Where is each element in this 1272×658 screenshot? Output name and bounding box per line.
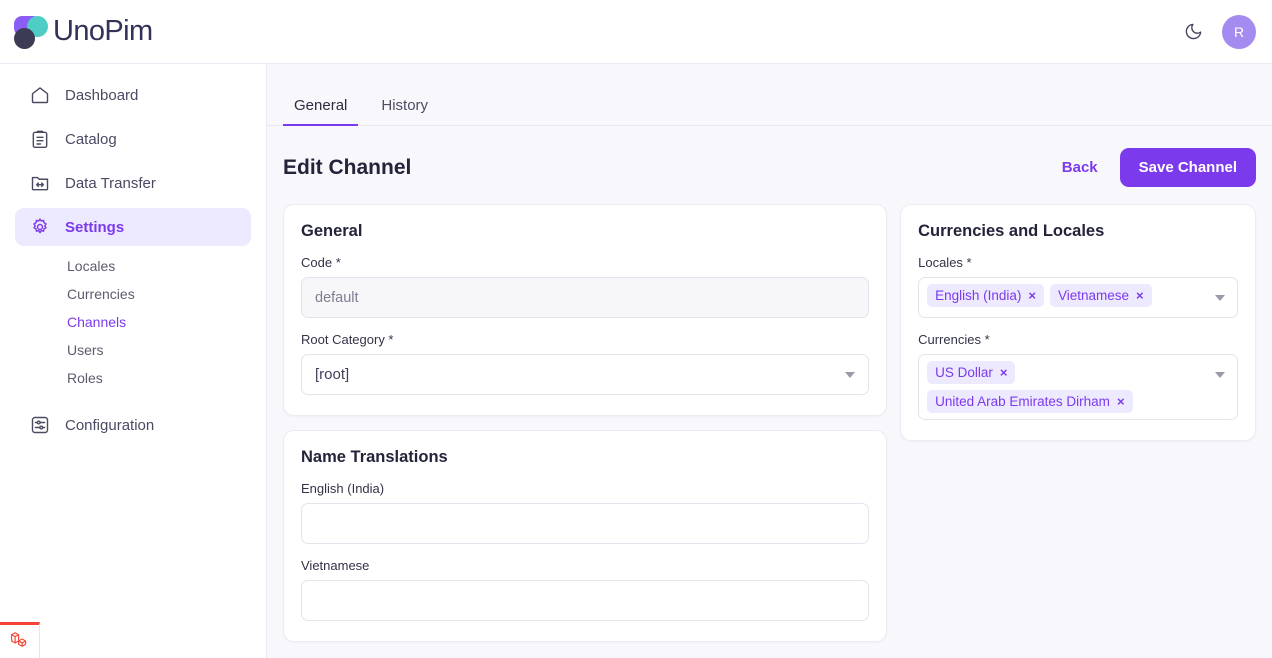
top-bar: UnoPim R: [0, 0, 1272, 64]
translation-label-en-in: English (India): [301, 481, 869, 496]
page-title: Edit Channel: [283, 156, 411, 180]
locale-tag-label: English (India): [935, 288, 1021, 303]
currency-tag[interactable]: United Arab Emirates Dirham ×: [927, 390, 1132, 413]
root-category-select[interactable]: [root]: [301, 354, 869, 395]
avatar[interactable]: R: [1222, 15, 1256, 49]
currencies-locales-card-title: Currencies and Locales: [918, 222, 1238, 241]
tab-history[interactable]: History: [370, 97, 439, 126]
code-label: Code *: [301, 255, 869, 270]
page-header: Edit Channel Back Save Channel: [267, 126, 1272, 187]
tab-general[interactable]: General: [283, 97, 358, 126]
moon-icon[interactable]: [1180, 19, 1206, 45]
home-icon: [29, 84, 51, 106]
currency-tag-label: US Dollar: [935, 365, 993, 380]
name-translations-card: Name Translations English (India) Vietna…: [283, 430, 887, 642]
folder-transfer-icon: [29, 172, 51, 194]
translation-input-en-in[interactable]: [301, 503, 869, 544]
name-translations-card-title: Name Translations: [301, 448, 869, 467]
tab-label: General: [294, 97, 347, 114]
chevron-down-icon[interactable]: [1215, 372, 1225, 378]
unopim-logo-icon: [14, 15, 48, 49]
sidebar-item-catalog[interactable]: Catalog: [15, 120, 251, 158]
sidebar-item-dashboard[interactable]: Dashboard: [15, 76, 251, 114]
locale-tag-label: Vietnamese: [1058, 288, 1129, 303]
root-category-field-group: Root Category * [root]: [301, 332, 869, 395]
sidebar: Dashboard Catalog Data Transfer: [0, 64, 267, 658]
root-category-label: Root Category *: [301, 332, 869, 347]
translation-field-group-en-in: English (India): [301, 481, 869, 544]
general-card-title: General: [301, 222, 869, 241]
remove-icon[interactable]: ×: [1028, 289, 1036, 302]
chevron-down-icon: [845, 372, 855, 378]
sidebar-subitem-label: Locales: [67, 258, 115, 274]
tab-bar: General History: [267, 64, 1272, 126]
code-input-value: default: [315, 290, 359, 306]
content-grid: General Code * default Root Category * […: [267, 187, 1272, 642]
currency-tag-label: United Arab Emirates Dirham: [935, 394, 1110, 409]
sidebar-subitem-label: Currencies: [67, 286, 135, 302]
main-content: General History Edit Channel Back Save C…: [267, 64, 1272, 658]
sidebar-subitem-label: Users: [67, 342, 104, 358]
brand-name: UnoPim: [53, 15, 153, 48]
sidebar-item-label: Dashboard: [65, 87, 138, 104]
laravel-debugbar-toggle[interactable]: [0, 622, 40, 658]
sliders-icon: [29, 414, 51, 436]
avatar-initial: R: [1234, 24, 1244, 40]
locales-label: Locales *: [918, 255, 1238, 270]
locales-multiselect[interactable]: English (India) × Vietnamese ×: [918, 277, 1238, 318]
locales-field-group: Locales * English (India) × Vietnamese ×: [918, 255, 1238, 318]
general-card: General Code * default Root Category * […: [283, 204, 887, 416]
remove-icon[interactable]: ×: [1000, 366, 1008, 379]
locale-tag[interactable]: English (India) ×: [927, 284, 1044, 307]
remove-icon[interactable]: ×: [1117, 395, 1125, 408]
sidebar-item-roles[interactable]: Roles: [15, 364, 251, 392]
sidebar-item-label: Catalog: [65, 131, 117, 148]
sidebar-item-label: Settings: [65, 219, 124, 236]
remove-icon[interactable]: ×: [1136, 289, 1144, 302]
root-category-value: [root]: [315, 366, 349, 383]
code-input[interactable]: default: [301, 277, 869, 318]
translation-input-vi[interactable]: [301, 580, 869, 621]
sidebar-item-label: Data Transfer: [65, 175, 156, 192]
sidebar-item-settings[interactable]: Settings: [15, 208, 251, 246]
currencies-locales-card: Currencies and Locales Locales * English…: [900, 204, 1256, 441]
tab-label: History: [381, 97, 428, 114]
sidebar-item-channels[interactable]: Channels: [15, 308, 251, 336]
clipboard-list-icon: [29, 128, 51, 150]
chevron-down-icon[interactable]: [1215, 295, 1225, 301]
currencies-label: Currencies *: [918, 332, 1238, 347]
sidebar-item-users[interactable]: Users: [15, 336, 251, 364]
sidebar-subitem-label: Roles: [67, 370, 103, 386]
currencies-multiselect[interactable]: US Dollar × United Arab Emirates Dirham …: [918, 354, 1238, 420]
sidebar-item-configuration[interactable]: Configuration: [15, 406, 251, 444]
sidebar-item-currencies[interactable]: Currencies: [15, 280, 251, 308]
sidebar-item-locales[interactable]: Locales: [15, 252, 251, 280]
save-channel-button[interactable]: Save Channel: [1120, 148, 1256, 187]
gear-icon: [29, 216, 51, 238]
laravel-icon: [9, 629, 30, 655]
sidebar-item-data-transfer[interactable]: Data Transfer: [15, 164, 251, 202]
code-field-group: Code * default: [301, 255, 869, 318]
sidebar-item-label: Configuration: [65, 417, 154, 434]
locale-tag[interactable]: Vietnamese ×: [1050, 284, 1152, 307]
back-button[interactable]: Back: [1058, 153, 1102, 182]
translation-label-vi: Vietnamese: [301, 558, 869, 573]
currencies-field-group: Currencies * US Dollar × United Arab Emi…: [918, 332, 1238, 420]
translation-field-group-vi: Vietnamese: [301, 558, 869, 621]
sidebar-subitem-label: Channels: [67, 314, 126, 330]
app-logo[interactable]: UnoPim: [14, 15, 153, 49]
currency-tag[interactable]: US Dollar ×: [927, 361, 1015, 384]
